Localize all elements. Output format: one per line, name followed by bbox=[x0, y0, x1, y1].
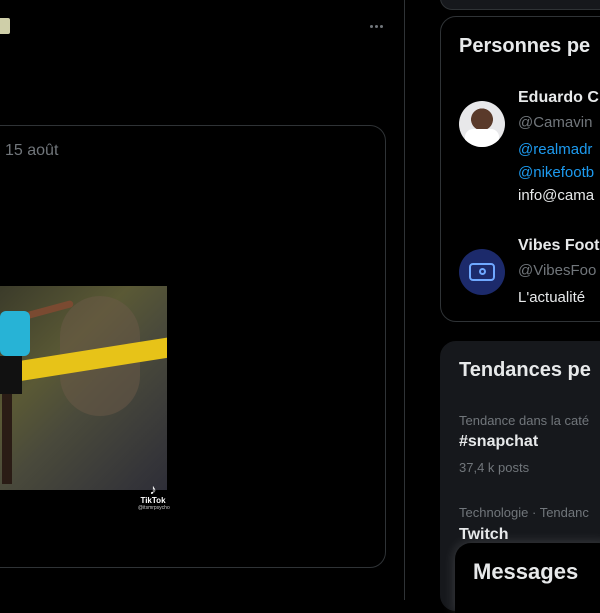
bio-text: L'actualité bbox=[518, 289, 586, 306]
tiktok-watermark-handle: @itsmrpsycho bbox=[138, 505, 170, 511]
user-name[interactable]: Vibes Foot bbox=[518, 237, 600, 255]
quoted-post-date: 15 août bbox=[5, 142, 59, 159]
referee-shorts bbox=[0, 356, 22, 394]
bio-link[interactable]: @nikefootb bbox=[518, 164, 594, 181]
tiktok-icon: ♪ bbox=[149, 481, 157, 497]
trend-post-count: 37,4 k posts bbox=[459, 460, 530, 475]
trend-category: Tendance dans la caté bbox=[459, 413, 590, 428]
who-to-follow-panel: Personnes pe Eduardo C @Camavin @realmad… bbox=[440, 16, 600, 322]
trend-name[interactable]: #snapchat bbox=[459, 433, 538, 451]
football-pitch-icon bbox=[469, 263, 495, 281]
bio-link[interactable]: @realmadr bbox=[518, 141, 592, 158]
trend-name[interactable]: Twitch bbox=[459, 526, 508, 544]
trends-title: Tendances pe bbox=[459, 359, 591, 381]
messages-drawer[interactable]: Messages bbox=[455, 543, 600, 613]
who-to-follow-title: Personnes pe bbox=[459, 35, 591, 57]
tiktok-watermark-name: TikTok bbox=[140, 496, 166, 505]
search-panel-edge bbox=[440, 0, 600, 10]
quoted-post-video-thumbnail[interactable] bbox=[0, 286, 167, 490]
user-handle[interactable]: @VibesFoo bbox=[518, 262, 596, 279]
user-avatar-vibes[interactable] bbox=[459, 249, 505, 295]
tiktok-watermark: ♪ TikTok @itsmrpsycho bbox=[138, 481, 170, 511]
referee-leg bbox=[2, 394, 12, 484]
more-options-icon[interactable] bbox=[365, 17, 387, 35]
bio-text: info@cama bbox=[518, 187, 595, 204]
user-handle[interactable]: @Camavin bbox=[518, 114, 592, 131]
user-avatar-eduardo[interactable] bbox=[459, 101, 505, 147]
user-name[interactable]: Eduardo C bbox=[518, 89, 599, 107]
timeline-column: 15 août ♪ TikTok @itsmrpsycho bbox=[0, 0, 405, 600]
messages-title[interactable]: Messages bbox=[473, 559, 578, 585]
author-avatar[interactable] bbox=[0, 18, 10, 34]
trend-category: Technologie · Tendanc bbox=[459, 505, 589, 520]
referee-shirt bbox=[0, 311, 30, 356]
